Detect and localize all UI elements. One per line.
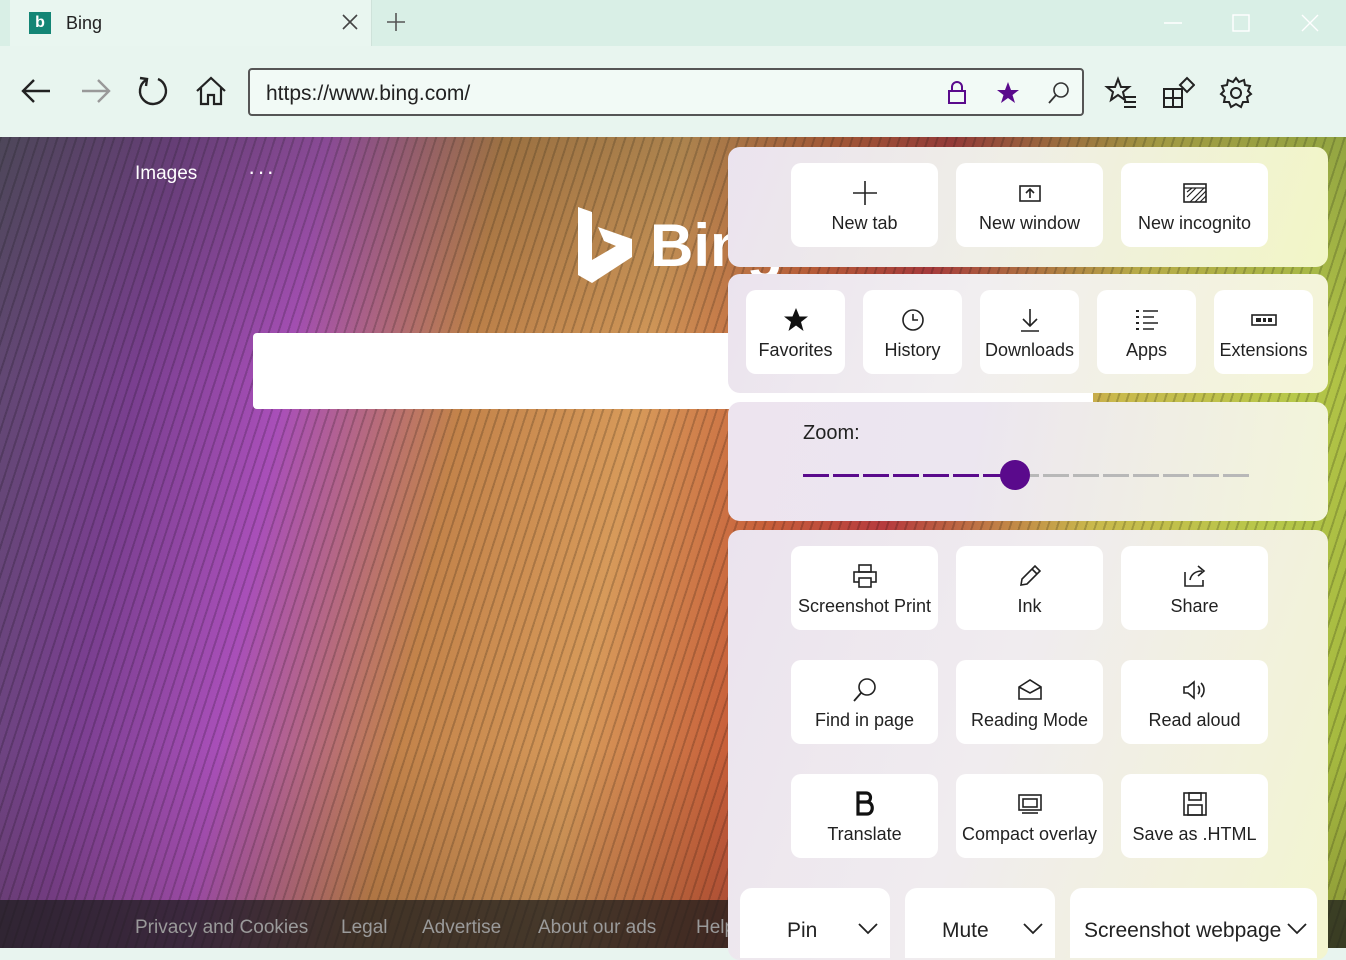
apps-button[interactable]: Apps xyxy=(1097,290,1196,374)
share-icon xyxy=(1181,562,1209,590)
tab-strip: b Bing xyxy=(0,0,1346,46)
lock-icon[interactable] xyxy=(944,80,970,106)
compact-overlay-icon xyxy=(1016,790,1044,818)
star-favorite-icon[interactable] xyxy=(995,80,1021,106)
pen-icon xyxy=(1016,562,1044,590)
zoom-step-segment[interactable] xyxy=(923,474,949,477)
forward-arrow-icon[interactable] xyxy=(78,74,112,108)
zoom-step-segment[interactable] xyxy=(953,474,979,477)
footer-link-privacy[interactable]: Privacy and Cookies xyxy=(135,917,308,939)
save-as-html-button[interactable]: Save as .HTML xyxy=(1121,774,1268,858)
refresh-icon[interactable] xyxy=(136,74,170,108)
zoom-step-segment[interactable] xyxy=(1163,474,1189,477)
zoom-step-segment[interactable] xyxy=(1193,474,1219,477)
search-icon xyxy=(851,676,879,704)
find-in-page-button[interactable]: Find in page xyxy=(791,660,938,744)
bing-b-logo-icon xyxy=(578,207,632,283)
screenshot-print-button[interactable]: Screenshot Print xyxy=(791,546,938,630)
settings-gear-icon[interactable] xyxy=(1219,76,1253,110)
read-aloud-button[interactable]: Read aloud xyxy=(1121,660,1268,744)
browser-menu-panel: New tab New window New incognito Favorit… xyxy=(728,147,1328,960)
minimize-icon[interactable] xyxy=(1160,10,1186,36)
new-incognito-button[interactable]: New incognito xyxy=(1121,163,1268,247)
star-icon xyxy=(782,306,810,334)
zoom-step-segment[interactable] xyxy=(803,474,829,477)
bing-favicon-icon: b xyxy=(29,12,51,34)
compact-overlay-button[interactable]: Compact overlay xyxy=(956,774,1103,858)
zoom-step-segment[interactable] xyxy=(1223,474,1249,477)
chevron-down-icon xyxy=(1287,923,1307,935)
address-bar[interactable]: https://www.bing.com/ xyxy=(248,68,1084,116)
zoom-step-segment[interactable] xyxy=(1073,474,1099,477)
zoom-step-segment[interactable] xyxy=(1043,474,1069,477)
bold-b-icon xyxy=(851,790,879,818)
save-icon xyxy=(1181,790,1209,818)
reading-mode-button[interactable]: Reading Mode xyxy=(956,660,1103,744)
extensions-button[interactable]: Extensions xyxy=(1214,290,1313,374)
footer-link-about-ads[interactable]: About our ads xyxy=(538,917,656,939)
images-link[interactable]: Images xyxy=(135,163,197,185)
menu-section-zoom: Zoom: xyxy=(728,402,1328,521)
zoom-label: Zoom: xyxy=(803,422,860,444)
new-tab-plus-icon[interactable] xyxy=(384,10,408,34)
zoom-step-segment[interactable] xyxy=(833,474,859,477)
zoom-step-segment[interactable] xyxy=(1103,474,1129,477)
browser-tab[interactable]: b Bing xyxy=(10,0,372,46)
maximize-icon[interactable] xyxy=(1228,10,1254,36)
download-icon xyxy=(1016,306,1044,334)
toolbar: https://www.bing.com/ xyxy=(0,46,1346,137)
zoom-step-segment[interactable] xyxy=(1133,474,1159,477)
close-window-icon[interactable] xyxy=(1297,10,1323,36)
printer-icon xyxy=(851,562,879,590)
favorites-button[interactable]: Favorites xyxy=(746,290,845,374)
apps-list-icon xyxy=(1133,306,1161,334)
zoom-step-segment[interactable] xyxy=(893,474,919,477)
more-menu-dots[interactable]: ··· xyxy=(248,159,276,185)
new-window-button[interactable]: New window xyxy=(956,163,1103,247)
menu-section-windows: New tab New window New incognito xyxy=(728,147,1328,267)
menu-section-hub: Favorites History Downloads Apps Extensi… xyxy=(728,274,1328,393)
clock-icon xyxy=(899,306,927,334)
footer-link-advertise[interactable]: Advertise xyxy=(422,917,501,939)
speaker-icon xyxy=(1181,676,1209,704)
home-icon[interactable] xyxy=(194,74,228,108)
downloads-button[interactable]: Downloads xyxy=(980,290,1079,374)
footer-link-legal[interactable]: Legal xyxy=(341,917,388,939)
extensions-icon xyxy=(1250,306,1278,334)
incognito-icon xyxy=(1181,179,1209,207)
collections-icon[interactable] xyxy=(1161,76,1195,110)
history-button[interactable]: History xyxy=(863,290,962,374)
new-tab-button[interactable]: New tab xyxy=(791,163,938,247)
chevron-down-icon xyxy=(858,923,878,935)
zoom-step-segment[interactable] xyxy=(863,474,889,477)
favorites-list-icon[interactable] xyxy=(1104,76,1138,110)
tab-title: Bing xyxy=(66,13,103,33)
reading-mode-icon xyxy=(1016,676,1044,704)
plus-icon xyxy=(851,179,879,207)
close-tab-icon[interactable] xyxy=(338,10,362,34)
chevron-down-icon xyxy=(1023,923,1043,935)
translate-button[interactable]: Translate xyxy=(791,774,938,858)
address-url[interactable]: https://www.bing.com/ xyxy=(266,82,470,106)
new-window-icon xyxy=(1016,179,1044,207)
search-icon[interactable] xyxy=(1046,80,1072,106)
zoom-slider-thumb[interactable] xyxy=(1000,460,1030,490)
ink-button[interactable]: Ink xyxy=(956,546,1103,630)
share-button[interactable]: Share xyxy=(1121,546,1268,630)
back-arrow-icon[interactable] xyxy=(20,74,54,108)
